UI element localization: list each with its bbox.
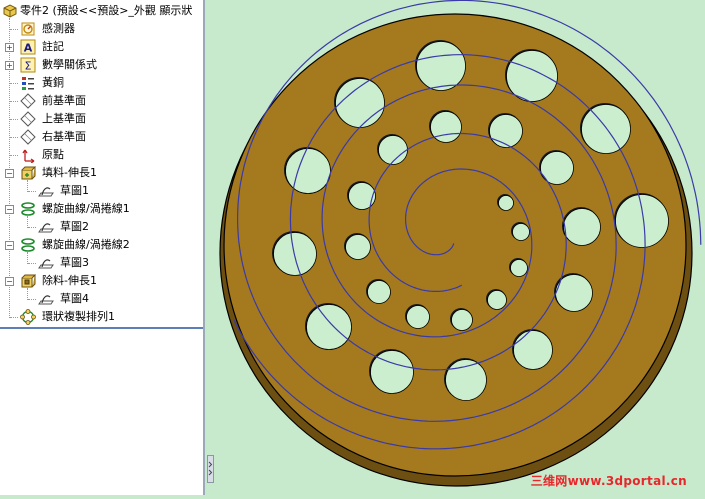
tree-item-origin[interactable]: 原點 — [0, 146, 205, 164]
collapse-toggle[interactable]: − — [5, 241, 14, 250]
tree-item-label: 右基準面 — [42, 130, 86, 143]
through-hole — [563, 208, 601, 246]
watermark: 三维网www.3dportal.cn — [530, 474, 687, 488]
tree-item-equations[interactable]: + Σ 數學關係式 — [0, 56, 205, 74]
circular-pattern-icon — [20, 309, 36, 325]
tree-item-helix2[interactable]: − 螺旋曲線/渦捲線2 — [0, 236, 205, 254]
tree-item-label: 填料-伸長1 — [42, 166, 97, 179]
tree-item-cut-extrude1[interactable]: − 除料-伸長1 — [0, 272, 205, 290]
sketch-icon — [38, 223, 54, 233]
tree-item-label: 上基準面 — [42, 112, 86, 125]
tree-item-label: 螺旋曲線/渦捲線1 — [42, 202, 130, 215]
through-hole — [335, 78, 385, 128]
plane-icon — [20, 93, 36, 109]
sketch-icon — [38, 295, 54, 305]
through-hole — [487, 290, 507, 310]
through-hole — [273, 232, 317, 276]
graphics-viewport[interactable]: 三维网www.3dportal.cn — [207, 0, 705, 495]
tree-item-circular-pattern1[interactable]: 環狀複製排列1 — [0, 308, 205, 326]
through-hole — [285, 148, 331, 194]
tree-item-right-plane[interactable]: 右基準面 — [0, 128, 205, 146]
cut-extrude-icon — [21, 274, 36, 288]
through-hole — [430, 111, 462, 143]
tree-item-label: 感測器 — [42, 22, 75, 35]
through-hole — [445, 359, 487, 401]
tree-root-part[interactable]: 零件2 (預設<<預設>_外觀 顯示狀 — [0, 2, 205, 20]
origin-icon — [22, 149, 35, 163]
through-hole — [348, 182, 376, 210]
through-hole — [416, 41, 466, 91]
sketch-icon — [38, 187, 54, 197]
model-view[interactable] — [207, 0, 705, 495]
tree-item-label: 除料-伸長1 — [42, 274, 97, 287]
through-hole — [498, 195, 514, 211]
boss-extrude-icon — [21, 166, 36, 180]
through-hole — [510, 259, 528, 277]
tree-item-sketch4[interactable]: 草圖4 — [0, 290, 205, 308]
tree-item-label: 草圖2 — [60, 220, 89, 233]
through-hole — [615, 194, 669, 248]
tree-item-label: 數學關係式 — [42, 58, 97, 71]
material-icon — [22, 77, 34, 90]
plane-icon — [20, 111, 36, 127]
tree-item-sensors[interactable]: 感測器 — [0, 20, 205, 38]
through-hole — [345, 234, 371, 260]
through-hole — [378, 135, 408, 165]
through-hole — [581, 104, 631, 154]
tree-item-sketch1[interactable]: 草圖1 — [0, 182, 205, 200]
equation-icon: Σ — [20, 57, 36, 73]
through-hole — [406, 305, 430, 329]
tree-item-sketch2[interactable]: 草圖2 — [0, 218, 205, 236]
helix-icon — [21, 202, 35, 216]
through-hole — [489, 114, 523, 148]
tree-item-label: 環狀複製排列1 — [42, 310, 115, 323]
tree-item-helix1[interactable]: − 螺旋曲線/渦捲線1 — [0, 200, 205, 218]
expand-toggle[interactable]: + — [5, 43, 14, 52]
sketch-icon — [38, 259, 54, 269]
collapse-toggle[interactable]: − — [5, 205, 14, 214]
through-hole — [540, 151, 574, 185]
rollback-bar[interactable] — [0, 327, 203, 329]
through-hole — [512, 223, 530, 241]
through-hole — [513, 330, 553, 370]
tree-item-top-plane[interactable]: 上基準面 — [0, 110, 205, 128]
tree-root-label: 零件2 (預設<<預設>_外觀 顯示狀 — [20, 4, 193, 17]
tree-item-label: 草圖1 — [60, 184, 89, 197]
tree-item-label: 前基準面 — [42, 94, 86, 107]
collapse-toggle[interactable]: − — [5, 169, 14, 178]
tree-item-sketch3[interactable]: 草圖3 — [0, 254, 205, 272]
collapse-toggle[interactable]: − — [5, 277, 14, 286]
helix-icon — [21, 238, 35, 252]
through-hole — [506, 50, 558, 102]
svg-text:A: A — [24, 42, 33, 55]
part-icon — [3, 4, 17, 18]
tree-item-label: 草圖3 — [60, 256, 89, 269]
through-hole — [306, 304, 352, 350]
tree-item-front-plane[interactable]: 前基準面 — [0, 92, 205, 110]
tree-item-boss-extrude1[interactable]: − 填料-伸長1 — [0, 164, 205, 182]
tree-item-annotations[interactable]: + A 註記 — [0, 38, 205, 56]
tree-item-label: 草圖4 — [60, 292, 89, 305]
through-hole — [451, 309, 473, 331]
through-hole — [367, 280, 391, 304]
feature-manager-tree: 零件2 (預設<<預設>_外觀 顯示狀 感測器 + A 註記 + Σ 數學關係式 — [0, 0, 205, 495]
tree-item-label: 原點 — [42, 148, 64, 161]
tree-item-material[interactable]: 黃銅 — [0, 74, 205, 92]
sensor-icon — [21, 22, 35, 36]
svg-text:Σ: Σ — [25, 60, 32, 73]
plane-icon — [20, 129, 36, 145]
expand-toggle[interactable]: + — [5, 61, 14, 70]
annotation-icon: A — [20, 39, 36, 55]
tree-item-label: 註記 — [42, 40, 64, 53]
tree-item-label: 螺旋曲線/渦捲線2 — [42, 238, 130, 251]
tree-item-label: 黃銅 — [42, 76, 64, 89]
